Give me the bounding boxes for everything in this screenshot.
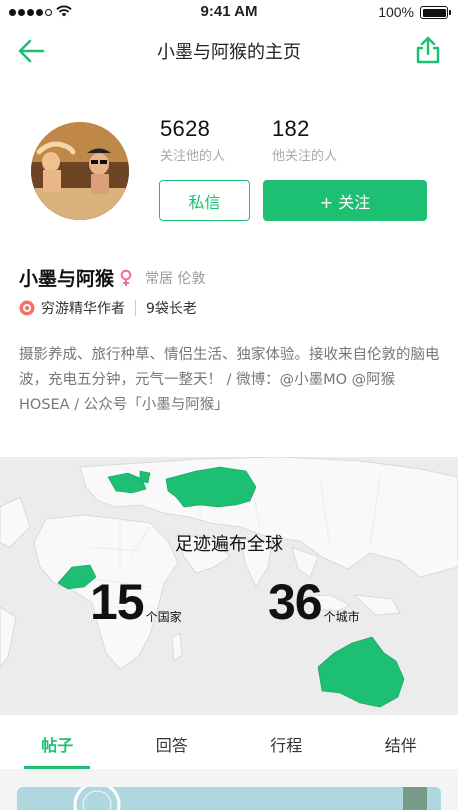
user-name: 小墨与阿猴: [19, 268, 115, 290]
name-row: 小墨与阿猴 常居 伦敦: [19, 264, 205, 291]
message-button[interactable]: 私信: [159, 180, 250, 221]
map-title: 足迹遍布全球: [175, 534, 283, 555]
post-cover-image: [17, 787, 441, 810]
tab-companions[interactable]: 结伴: [344, 715, 458, 769]
avatar[interactable]: [31, 122, 129, 220]
following-stat[interactable]: 182 他关注的人: [272, 116, 337, 164]
tab-answers[interactable]: 回答: [115, 715, 230, 769]
footprint-map[interactable]: 足迹遍布全球 15 个国家 36 个城市: [0, 457, 458, 715]
tab-itinerary[interactable]: 行程: [229, 715, 344, 769]
divider: [135, 300, 136, 316]
bio-text: 摄影养成、旅行种草、情侣生活、独家体验。接收来自伦敦的脑电波，充电五分钟，元气一…: [19, 347, 440, 413]
female-icon: [120, 269, 132, 286]
author-badge: 穷游精华作者: [41, 301, 125, 317]
followers-stat[interactable]: 5628 关注他的人: [160, 116, 225, 164]
countries-stat: 15 个国家: [90, 577, 182, 627]
cities-unit: 个城市: [323, 610, 360, 624]
battery-percent: 100%: [378, 4, 414, 20]
tab-posts[interactable]: 帖子: [0, 715, 115, 769]
cities-stat: 36 个城市: [268, 577, 360, 627]
content-tabs: 帖子 回答 行程 结伴: [0, 715, 458, 769]
world-map: [0, 457, 458, 708]
badge-row: 穷游精华作者 9袋长老: [19, 298, 197, 318]
post-preview-card[interactable]: [17, 787, 441, 810]
share-icon[interactable]: [414, 35, 442, 65]
follow-button[interactable]: + 关注: [263, 180, 427, 221]
following-count: 182: [272, 116, 310, 141]
nav-bar: 小墨与阿猴的主页: [0, 28, 458, 74]
status-bar: 9:41 AM 100%: [0, 0, 458, 26]
followers-count: 5628: [160, 116, 211, 141]
countries-unit: 个国家: [145, 610, 182, 624]
battery-icon: [420, 6, 451, 19]
followers-label: 关注他的人: [160, 149, 226, 164]
member-level: 9袋长老: [146, 301, 197, 317]
location: 常居 伦敦: [145, 270, 206, 287]
author-badge-icon: [19, 300, 35, 316]
countries-count: 15: [90, 574, 145, 630]
cities-count: 36: [268, 574, 323, 630]
following-label: 他关注的人: [272, 149, 338, 164]
page-title: 小墨与阿猴的主页: [157, 42, 301, 63]
